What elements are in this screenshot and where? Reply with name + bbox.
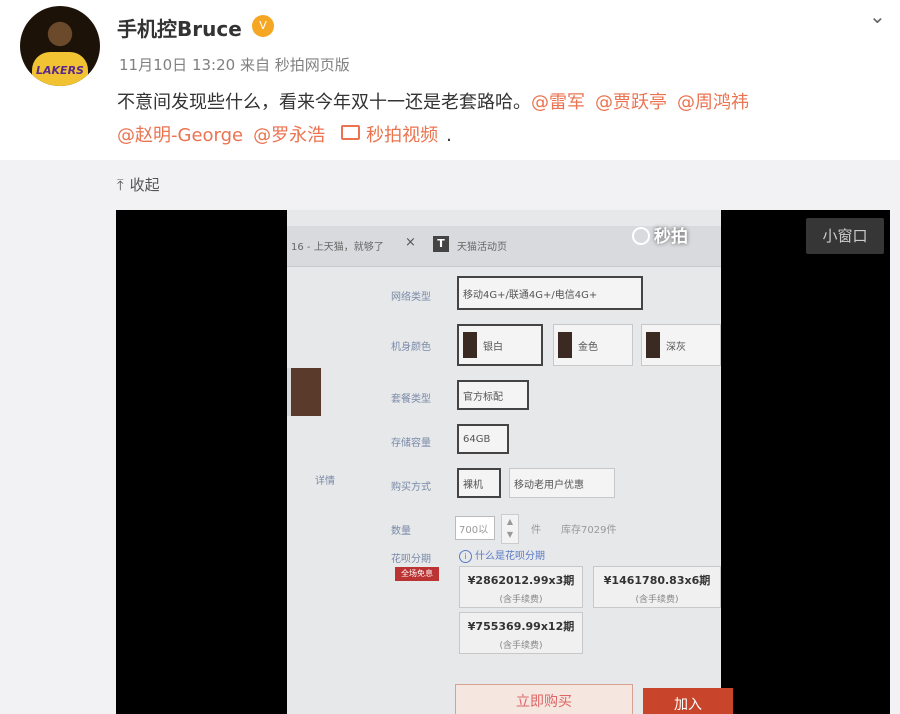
phone-thumb [646, 332, 660, 358]
network-label: 网络类型 [391, 292, 431, 303]
color-option-label: 深灰 [666, 341, 686, 353]
miaopai-watermark: 秒拍 [632, 222, 688, 247]
collapse-arrow-icon: ⤒ [117, 176, 124, 194]
chevron-down-icon[interactable]: ⌄ [869, 4, 886, 28]
tab-close-icon: × [405, 235, 416, 250]
color-option: 金色 [553, 324, 633, 366]
vip-badge-icon[interactable]: V [252, 15, 274, 37]
package-option: 官方标配 [457, 380, 529, 410]
installment-price: ¥2862012.99x3期 [467, 574, 575, 587]
installment-price: ¥1461780.83x6期 [603, 574, 711, 587]
mention-link[interactable]: @贾跃亭 [595, 92, 667, 113]
video-frame: 16 - 上天猫，就够了 × T 天猫活动页 秒拍 详情 网络类型 移动4G+/… [287, 210, 733, 714]
video-link-label: 秒拍视频 [366, 125, 439, 146]
installment-info-text: 什么是花呗分期 [475, 551, 545, 562]
color-option-label: 银白 [483, 341, 503, 353]
post-text: 不意间发现些什么，看来今年双十一还是老套路哈。 [117, 92, 531, 113]
mention-link[interactable]: @罗永浩 [253, 125, 325, 146]
post-source: 来自 秒拍网页版 [239, 56, 350, 74]
installment-option: ¥755369.99x12期 (含手续费) [459, 612, 583, 654]
mention-link[interactable]: @周鸿祎 [677, 92, 749, 113]
post-meta: 11月10日 13:20 来自 秒拍网页版 [119, 54, 350, 75]
purchase-option: 裸机 [457, 468, 501, 498]
color-option: 银白 [457, 324, 543, 366]
collapse-button[interactable]: ⤒ 收起 [117, 174, 160, 195]
video-icon [341, 125, 361, 140]
tmall-icon: T [433, 236, 449, 252]
installment-note: (含手续费) [499, 595, 543, 605]
info-icon: i [459, 550, 472, 563]
purchase-option: 移动老用户优惠 [509, 468, 615, 498]
installment-option: ¥2862012.99x3期 (含手续费) [459, 566, 583, 608]
avatar-jersey-text: LAKERS [36, 64, 84, 77]
product-thumbnail [287, 368, 321, 416]
storage-label: 存储容量 [391, 438, 431, 449]
trailing-text: . [446, 125, 452, 146]
installment-note: (含手续费) [635, 595, 679, 605]
phone-thumb [558, 332, 572, 358]
qty-label: 数量 [391, 526, 411, 537]
post-text-line2: @赵明-George @罗永浩 秒拍视频. [117, 121, 452, 147]
stock-text: 库存7029件 [561, 525, 617, 536]
qty-input: 700以 [455, 516, 495, 540]
side-label: 详情 [315, 476, 335, 487]
color-option-label: 金色 [578, 341, 598, 353]
browser-tab-1: 16 - 上天猫，就够了 [291, 242, 384, 253]
collapse-label: 收起 [129, 176, 160, 194]
color-option: 深灰 [641, 324, 721, 366]
add-cart-button: 加入 [643, 688, 733, 714]
interest-free-tag: 全场免息 [395, 567, 439, 581]
purchase-label: 购买方式 [391, 482, 431, 493]
miaopai-logo-icon [632, 227, 650, 245]
qty-unit: 件 [531, 525, 541, 536]
mention-link[interactable]: @雷军 [531, 92, 585, 113]
installment-info: i 什么是花呗分期 [459, 547, 545, 563]
phone-thumb [463, 332, 477, 358]
color-label: 机身颜色 [391, 342, 431, 353]
installment-option: ¥1461780.83x6期 (含手续费) [593, 566, 721, 608]
installment-note: (含手续费) [499, 641, 543, 651]
network-option: 移动4G+/联通4G+/电信4G+ [457, 276, 643, 310]
watermark-text: 秒拍 [654, 227, 688, 247]
storage-option: 64GB [457, 424, 509, 454]
mention-link[interactable]: @赵明-George [117, 125, 243, 146]
browser-tab-2: 天猫活动页 [457, 242, 507, 253]
weibo-post: LAKERS 手机控Bruce V ⌄ 11月10日 13:20 来自 秒拍网页… [0, 0, 900, 160]
installment-price: ¥755369.99x12期 [467, 620, 575, 633]
post-time[interactable]: 11月10日 13:20 [119, 56, 235, 74]
package-label: 套餐类型 [391, 394, 431, 405]
mini-window-button[interactable]: 小窗口 [806, 218, 884, 254]
author-name[interactable]: 手机控Bruce [117, 13, 242, 42]
buy-now-button: 立即购买 [455, 684, 633, 714]
qty-stepper: ▲ ▼ [501, 514, 519, 544]
video-link[interactable]: 秒拍视频 [341, 125, 438, 146]
avatar[interactable]: LAKERS [20, 6, 100, 86]
installment-label: 花呗分期 [391, 554, 431, 565]
video-player[interactable]: 16 - 上天猫，就够了 × T 天猫活动页 秒拍 详情 网络类型 移动4G+/… [116, 210, 890, 714]
post-text-line1: 不意间发现些什么，看来今年双十一还是老套路哈。@雷军 @贾跃亭 @周鸿祎 [117, 88, 749, 114]
